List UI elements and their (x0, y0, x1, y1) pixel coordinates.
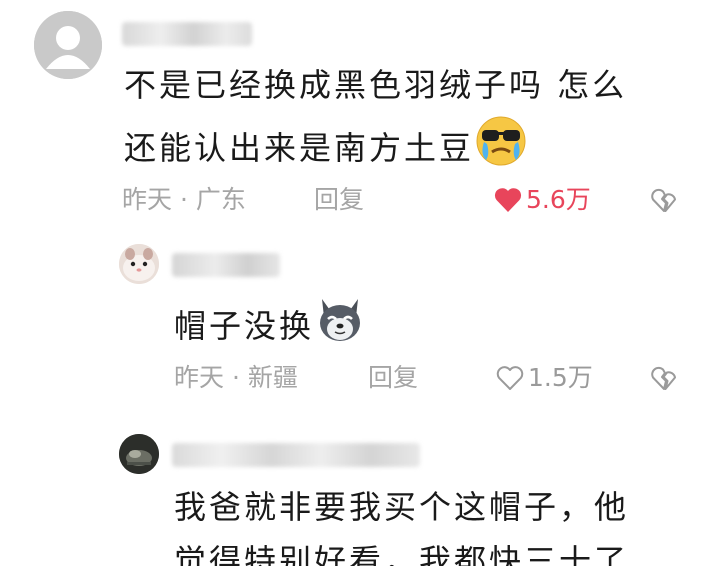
like-button[interactable]: 1.5万 (496, 361, 593, 395)
user-avatar[interactable] (34, 11, 102, 79)
comment-text-line: 还能认出来是南方土豆 (124, 114, 528, 186)
dark-photo-avatar[interactable] (119, 434, 159, 474)
heart-icon (494, 188, 522, 212)
blurred-username[interactable] (172, 443, 420, 467)
broken-heart-icon[interactable] (650, 186, 678, 214)
comment-section: 不是已经换成黑色羽绒子吗 怎么 还能认出来是南方土豆 昨天 · 广东 回复 5.… (0, 0, 718, 566)
comment-text-segment: 帽子没换 (174, 307, 315, 345)
heart-icon (496, 366, 524, 390)
like-count: 5.6万 (526, 185, 591, 214)
comment-text-line: 觉得特别好看，我都快三十了 (174, 542, 630, 566)
comment-time-location: 昨天 · 新疆 (174, 363, 298, 392)
comment-text-segment: 还能认出来是南方土豆 (124, 129, 475, 167)
sunglasses-crying-emoji (474, 114, 528, 186)
reply-button[interactable]: 回复 (368, 361, 418, 395)
husky-emoji (314, 293, 366, 363)
comment-text-line: 不是已经换成黑色羽绒子吗 怎么 (124, 66, 628, 104)
like-button[interactable]: 5.6万 (494, 183, 591, 217)
comment-text-line: 帽子没换 (174, 293, 366, 363)
blurred-username[interactable] (122, 22, 252, 46)
like-count: 1.5万 (528, 363, 593, 392)
broken-heart-icon[interactable] (650, 364, 678, 392)
comment-text-line: 我爸就非要我买个这帽子，他 (174, 488, 630, 526)
comment-time-location: 昨天 · 广东 (122, 185, 246, 214)
hamster-avatar[interactable] (119, 244, 159, 284)
blurred-username[interactable] (172, 253, 280, 277)
reply-button[interactable]: 回复 (314, 183, 364, 217)
